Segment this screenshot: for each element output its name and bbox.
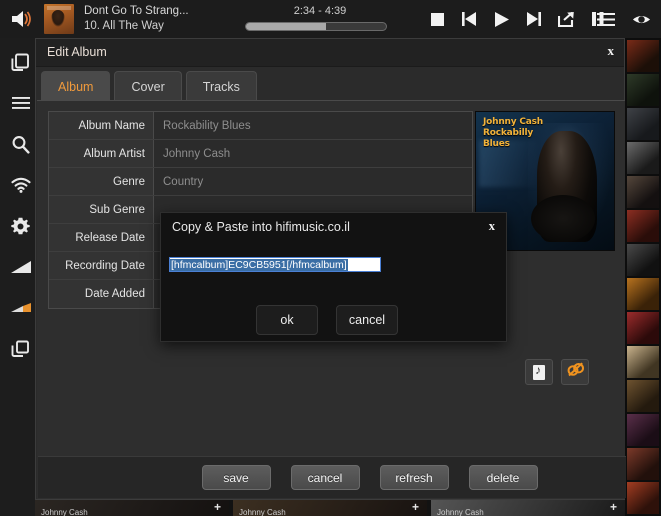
thumbnail-item[interactable] xyxy=(627,482,659,514)
thumbnail-item[interactable] xyxy=(627,346,659,378)
thumbnail-item[interactable] xyxy=(627,312,659,344)
volume-triangle-icon xyxy=(10,260,32,274)
bbcode-input[interactable]: [hfmcalbum]EC9CB5951[/hfmcalbum] xyxy=(169,257,381,272)
now-playing-artwork xyxy=(44,4,74,34)
album-card[interactable]: + Johnny Cash xyxy=(35,500,229,516)
hamburger-menu-icon xyxy=(11,97,30,109)
copy-layers-icon xyxy=(11,53,30,72)
thumbnail-item[interactable] xyxy=(627,414,659,446)
copy-layers-icon xyxy=(11,340,30,358)
album-name-input[interactable]: Rockability Blues xyxy=(154,112,472,139)
previous-track-button[interactable] xyxy=(460,10,479,29)
gear-icon xyxy=(11,217,30,236)
toolbar-right-controls xyxy=(596,0,651,38)
cover-note-button[interactable] xyxy=(525,359,553,385)
field-label: Recording Date xyxy=(49,252,154,279)
cancel-button[interactable]: cancel xyxy=(290,465,360,490)
field-label: Date Added xyxy=(49,280,154,308)
next-track-button[interactable] xyxy=(524,10,543,29)
ok-button[interactable]: ok xyxy=(256,305,318,335)
playback-time-group: 2:34 - 4:39 xyxy=(245,3,395,31)
thumbnail-item[interactable] xyxy=(627,108,659,140)
wifi-icon xyxy=(10,177,31,193)
cover-title-line-2: Blues xyxy=(483,139,510,149)
field-label: Sub Genre xyxy=(49,196,154,223)
thumbnail-item[interactable] xyxy=(627,380,659,412)
field-label: Album Name xyxy=(49,112,154,139)
album-thumbnail-strip[interactable] xyxy=(625,38,661,516)
page-title: Edit Album xyxy=(47,45,107,59)
tab-cover[interactable]: Cover xyxy=(114,71,182,101)
save-button[interactable]: save xyxy=(201,465,271,490)
album-card-artist: Johnny Cash xyxy=(437,508,484,516)
cover-text: Johnny Cash Rockabilly Blues xyxy=(483,117,543,150)
seek-slider[interactable] xyxy=(245,22,387,31)
cover-action-buttons xyxy=(525,359,589,385)
thumbnail-item[interactable] xyxy=(627,40,659,72)
dialog-buttons: ok cancel xyxy=(256,305,398,335)
cover-title-line-1: Rockabilly xyxy=(483,128,534,138)
album-card-row: + Johnny Cash + Johnny Cash + Johnny Cas… xyxy=(35,500,625,516)
add-icon[interactable]: + xyxy=(214,501,221,513)
thumbnail-item[interactable] xyxy=(627,142,659,174)
thumbnail-item[interactable] xyxy=(627,278,659,310)
dialog-title: Copy & Paste into hifimusic.co.il xyxy=(172,220,350,234)
volume-small-triangle-icon xyxy=(10,303,32,313)
tab-album[interactable]: Album xyxy=(41,71,111,101)
album-artist-input[interactable]: Johnny Cash xyxy=(154,140,472,167)
tab-tracks[interactable]: Tracks xyxy=(185,71,257,101)
transport-controls xyxy=(428,0,607,38)
music-note-icon xyxy=(533,363,545,380)
thumbnail-item[interactable] xyxy=(627,448,659,480)
application-window: Dont Go To Strang... 10. All The Way 2:3… xyxy=(0,0,661,516)
now-playing-title: Dont Go To Strang... xyxy=(84,5,189,17)
now-playing-track: 10. All The Way xyxy=(84,20,164,32)
field-row-album-name: Album Name Rockability Blues xyxy=(49,112,472,140)
chain-link-icon xyxy=(567,362,584,382)
add-icon[interactable]: + xyxy=(610,501,617,513)
delete-button[interactable]: delete xyxy=(468,465,538,490)
cover-artist-line: Johnny Cash xyxy=(483,117,543,127)
genre-input[interactable]: Country xyxy=(154,168,472,195)
play-button[interactable] xyxy=(492,10,511,29)
player-toolbar: Dont Go To Strang... 10. All The Way 2:3… xyxy=(0,0,661,38)
speaker-volume-icon[interactable] xyxy=(0,9,44,29)
thumbnail-item[interactable] xyxy=(627,176,659,208)
album-card[interactable]: + Johnny Cash xyxy=(431,500,625,516)
close-icon[interactable]: x xyxy=(489,219,495,234)
field-label: Genre xyxy=(49,168,154,195)
share-button[interactable] xyxy=(556,10,575,29)
album-card-artist: Johnny Cash xyxy=(41,508,88,516)
field-label: Release Date xyxy=(49,224,154,251)
cover-link-button[interactable] xyxy=(561,359,589,385)
panel-footer: save cancel refresh delete xyxy=(38,456,626,498)
panel-header: Edit Album x xyxy=(36,39,624,67)
cancel-button[interactable]: cancel xyxy=(336,305,398,335)
search-icon xyxy=(11,135,30,154)
playback-time: 2:34 - 4:39 xyxy=(293,5,347,17)
bbcode-input-value: [hfmcalbum]EC9CB5951[/hfmcalbum] xyxy=(170,258,348,271)
now-playing-text: Dont Go To Strang... 10. All The Way xyxy=(84,4,234,34)
tab-bar: Album Cover Tracks xyxy=(37,69,257,101)
hamburger-menu-icon[interactable] xyxy=(596,10,615,29)
thumbnail-item[interactable] xyxy=(627,210,659,242)
field-row-album-artist: Album Artist Johnny Cash xyxy=(49,140,472,168)
add-icon[interactable]: + xyxy=(412,501,419,513)
stop-button[interactable] xyxy=(428,10,447,29)
thumbnail-item[interactable] xyxy=(627,244,659,276)
seek-progress-fill xyxy=(246,23,326,30)
copy-paste-dialog: Copy & Paste into hifimusic.co.il x [hfm… xyxy=(160,212,507,342)
cover-guitar xyxy=(531,194,595,242)
eye-icon[interactable] xyxy=(632,10,651,29)
close-icon[interactable]: x xyxy=(608,43,615,59)
refresh-button[interactable]: refresh xyxy=(379,465,449,490)
field-label: Album Artist xyxy=(49,140,154,167)
thumbnail-item[interactable] xyxy=(627,74,659,106)
field-row-genre: Genre Country xyxy=(49,168,472,196)
album-card[interactable]: + Johnny Cash xyxy=(233,500,427,516)
album-card-artist: Johnny Cash xyxy=(239,508,286,516)
